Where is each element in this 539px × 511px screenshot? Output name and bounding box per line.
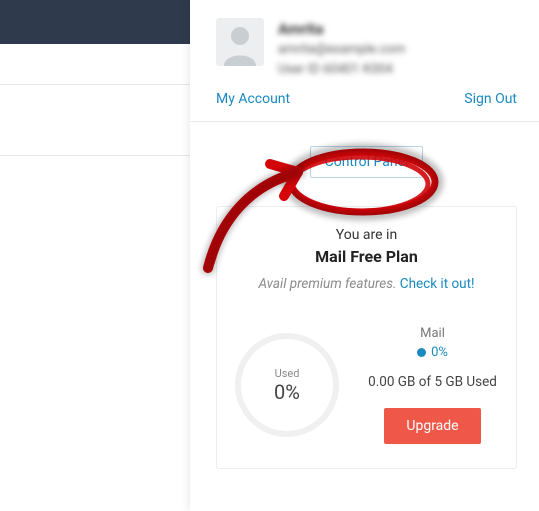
gauge-label: Used: [275, 367, 300, 380]
user-meta: Amrita amrita@example.com User ID 60401 …: [278, 18, 405, 77]
left-divider: [0, 84, 190, 85]
usage-details: Mail 0% 0.00 GB of 5 GB Used Upgrade: [367, 326, 498, 444]
my-account-link[interactable]: My Account: [216, 91, 290, 107]
plan-avail: Avail premium features. Check it out!: [235, 276, 498, 292]
plan-name: Mail Free Plan: [235, 247, 498, 266]
mail-percent: 0%: [367, 345, 498, 360]
divider: [190, 121, 539, 122]
dot-icon: [417, 348, 426, 357]
usage-gauge: Used 0%: [235, 333, 339, 437]
left-divider: [0, 155, 190, 156]
user-email: amrita@example.com: [278, 42, 405, 58]
check-it-out-link[interactable]: Check it out!: [400, 276, 475, 292]
user-id: User ID 60401 K004: [278, 62, 405, 78]
plan-intro: You are in: [235, 227, 498, 243]
storage-used-text: 0.00 GB of 5 GB Used: [367, 374, 498, 390]
avatar: [216, 18, 264, 66]
control-panel-row: Control Panel: [216, 146, 517, 178]
control-panel-button[interactable]: Control Panel: [310, 146, 424, 178]
user-info-row: Amrita amrita@example.com User ID 60401 …: [216, 18, 517, 77]
gauge-value: 0%: [274, 380, 300, 404]
mail-label: Mail: [367, 326, 498, 341]
account-links-row: My Account Sign Out: [216, 91, 517, 107]
plan-card: You are in Mail Free Plan Avail premium …: [216, 206, 517, 469]
plan-avail-text: Avail premium features.: [258, 276, 399, 292]
upgrade-button[interactable]: Upgrade: [384, 408, 480, 444]
usage-row: Used 0% Mail 0% 0.00 GB of 5 GB Used Upg…: [235, 326, 498, 444]
user-name: Amrita: [278, 20, 405, 38]
account-dropdown-panel: Amrita amrita@example.com User ID 60401 …: [190, 0, 539, 511]
sign-out-link[interactable]: Sign Out: [464, 91, 517, 107]
left-header-bar: [0, 0, 190, 44]
avatar-placeholder-icon: [220, 22, 260, 66]
mail-percent-value: 0%: [431, 345, 448, 360]
